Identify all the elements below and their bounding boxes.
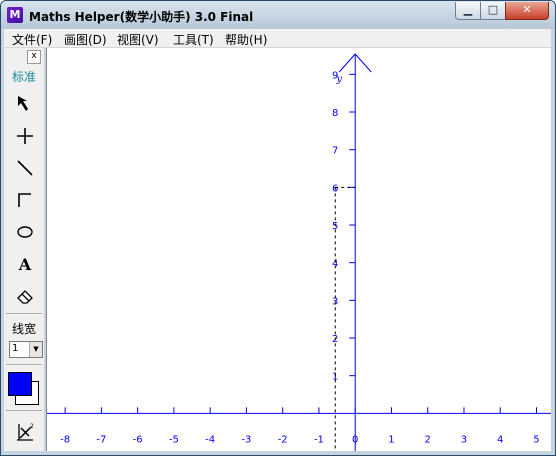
coordinate-plot: -8-7-6-5-4-3-2-1012345123456789y [47, 53, 551, 451]
svg-text:A: A [18, 255, 32, 274]
x-tick-label: 2 [425, 434, 431, 445]
line-width-select[interactable]: 1 ▼ [9, 341, 43, 358]
chevron-down-icon[interactable]: ▼ [29, 342, 42, 357]
x-tick-label: -8 [60, 434, 70, 445]
svg-text:2: 2 [30, 423, 34, 430]
tool-panel: x 标准 A 线宽 1 ▼ 2 [4, 48, 44, 451]
function-plot-icon[interactable]: 2 [13, 420, 37, 444]
line-width-label: 线宽 [11, 322, 36, 336]
x-tick-label: -2 [278, 434, 288, 445]
pointer-arrow-icon[interactable] [13, 92, 37, 116]
x-tick-label: 3 [461, 434, 467, 445]
separator [6, 364, 42, 365]
line-icon[interactable] [13, 156, 37, 180]
menu-bar: 文件(F) 画图(D) 视图(V) 工具(T) 帮助(H) [4, 29, 551, 48]
x-tick-label: 0 [352, 434, 358, 445]
menu-file[interactable]: 文件(F) [12, 31, 52, 48]
y-tick-label: 8 [332, 108, 338, 119]
text-a-icon[interactable]: A [13, 252, 37, 276]
menu-help[interactable]: 帮助(H) [225, 31, 267, 48]
x-tick-label: -7 [96, 434, 106, 445]
app-window: M Maths Helper(数学小助手) 3.0 Final ▁ □ ✕ 文件… [0, 0, 556, 456]
line-width-value: 1 [12, 343, 19, 354]
menu-draw[interactable]: 画图(D) [64, 31, 107, 48]
x-tick-label: -6 [133, 434, 143, 445]
foreground-color-swatch[interactable] [8, 372, 32, 396]
app-logo-icon: M [7, 7, 23, 23]
x-tick-label: 1 [388, 434, 394, 445]
x-tick-label: -5 [169, 434, 179, 445]
menu-view[interactable]: 视图(V) [117, 31, 159, 48]
eraser-icon[interactable] [13, 284, 37, 308]
menu-tools[interactable]: 工具(T) [173, 31, 214, 48]
window-title: Maths Helper(数学小助手) 3.0 Final [29, 10, 254, 24]
crosshair-point-icon[interactable] [13, 124, 37, 148]
separator [6, 313, 42, 314]
ellipse-icon[interactable] [13, 220, 37, 244]
drawing-canvas[interactable]: -8-7-6-5-4-3-2-1012345123456789y [46, 48, 551, 451]
x-tick-label: -4 [205, 434, 215, 445]
y-axis-label: y [335, 74, 342, 85]
x-tick-label: -1 [314, 434, 324, 445]
x-tick-label: -3 [241, 434, 251, 445]
x-tick-label: 4 [497, 434, 503, 445]
x-tick-label: 5 [533, 434, 539, 445]
right-angle-icon[interactable] [13, 188, 37, 212]
minimize-button[interactable]: ▁ [455, 2, 481, 20]
y-tick-label: 7 [332, 146, 338, 157]
title-bar[interactable]: M Maths Helper(数学小助手) 3.0 Final ▁ □ ✕ [1, 1, 555, 29]
separator [6, 410, 42, 411]
standard-label: 标准 [11, 70, 36, 84]
maximize-button[interactable]: □ [480, 2, 506, 20]
panel-close-button[interactable]: x [27, 50, 41, 64]
close-button[interactable]: ✕ [505, 2, 549, 20]
